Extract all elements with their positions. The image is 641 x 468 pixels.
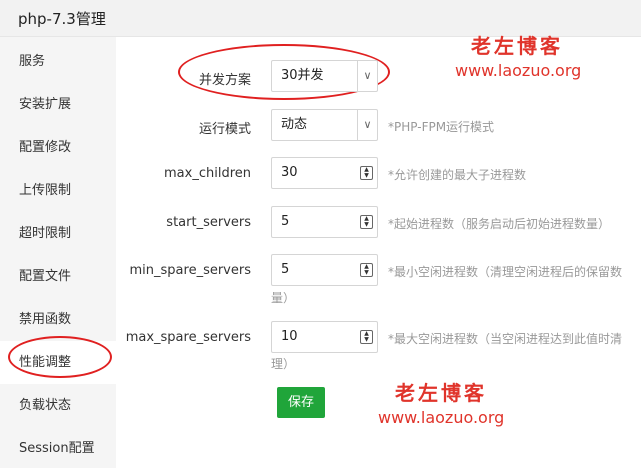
- stepper-icon[interactable]: ▲ ▼: [360, 263, 373, 277]
- annotation-ellipse-sidebar: [8, 336, 112, 378]
- watermark-url-top: www.laozuo.org: [455, 61, 582, 80]
- sidebar-item-install-extensions[interactable]: 安装扩展: [0, 83, 116, 126]
- stepper-icon[interactable]: ▲ ▼: [360, 166, 373, 180]
- watermark-title-top: 老左博客: [471, 34, 563, 58]
- min-spare-servers-hint-continued: 量）: [271, 291, 296, 305]
- chevron-down-icon: ∨: [357, 110, 377, 140]
- start-servers-hint: *起始进程数（服务启动后初始进程数量）: [388, 217, 611, 231]
- max-children-value: 30: [281, 165, 298, 180]
- stepper-icon[interactable]: ▲ ▼: [360, 215, 373, 229]
- stepper-icon[interactable]: ▲ ▼: [360, 330, 373, 344]
- watermark-title-bottom: 老左博客: [395, 381, 487, 405]
- max-children-hint: *允许创建的最大子进程数: [388, 168, 527, 182]
- min-spare-servers-input[interactable]: 5 ▲ ▼: [271, 254, 378, 286]
- run-mode-value: 动态: [281, 117, 308, 132]
- sidebar: 服务 安装扩展 配置修改 上传限制 超时限制 配置文件 禁用函数 性能调整 负载…: [0, 37, 116, 468]
- window-title: php-7.3管理: [18, 10, 106, 28]
- run-mode-hint: *PHP-FPM运行模式: [388, 120, 495, 134]
- sidebar-item-config-file[interactable]: 配置文件: [0, 255, 116, 298]
- sidebar-item-service[interactable]: 服务: [0, 40, 116, 83]
- start-servers-input[interactable]: 5 ▲ ▼: [271, 206, 378, 238]
- min-spare-servers-value: 5: [281, 262, 290, 277]
- run-mode-label: 运行模式: [198, 122, 251, 137]
- max-spare-servers-hint-continued: 理）: [271, 357, 296, 371]
- sidebar-item-upload-limit[interactable]: 上传限制: [0, 169, 116, 212]
- max-spare-servers-hint: *最大空闲进程数（当空闲进程达到此值时清: [388, 332, 623, 346]
- concurrency-value: 30并发: [281, 68, 324, 83]
- min-spare-servers-label: min_spare_servers: [129, 263, 252, 278]
- concurrency-select[interactable]: 30并发 ∨: [271, 60, 378, 92]
- min-spare-servers-hint: *最小空闲进程数（清理空闲进程后的保留数: [388, 265, 623, 279]
- start-servers-label: start_servers: [166, 215, 251, 230]
- max-children-label: max_children: [164, 166, 251, 181]
- max-children-input[interactable]: 30 ▲ ▼: [271, 157, 378, 189]
- save-button[interactable]: 保存: [277, 387, 325, 418]
- sidebar-item-timeout-limit[interactable]: 超时限制: [0, 212, 116, 255]
- sidebar-item-config-modify[interactable]: 配置修改: [0, 126, 116, 169]
- max-spare-servers-value: 10: [281, 329, 298, 344]
- max-spare-servers-label: max_spare_servers: [125, 330, 251, 345]
- start-servers-value: 5: [281, 214, 290, 229]
- run-mode-select[interactable]: 动态 ∨: [271, 109, 378, 141]
- concurrency-label: 并发方案: [198, 73, 251, 88]
- chevron-down-icon: ∨: [357, 61, 377, 91]
- sidebar-item-load-status[interactable]: 负载状态: [0, 384, 116, 427]
- watermark-url-bottom: www.laozuo.org: [378, 408, 505, 427]
- sidebar-item-session-config[interactable]: Session配置: [0, 427, 116, 468]
- max-spare-servers-input[interactable]: 10 ▲ ▼: [271, 321, 378, 353]
- sidebar-item-disabled-functions[interactable]: 禁用函数: [0, 298, 116, 341]
